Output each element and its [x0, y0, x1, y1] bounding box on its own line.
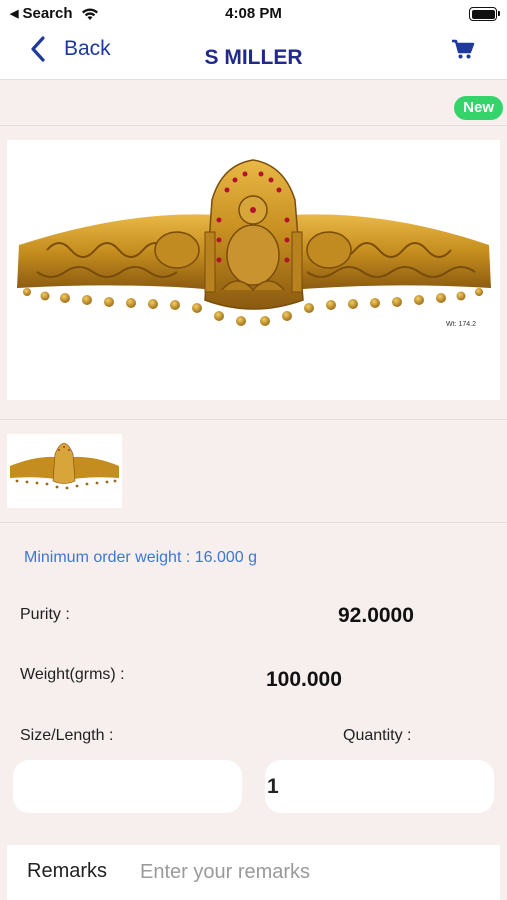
product-detail-screen: ◀ Search 4:08 PM Back S MILLER New Wt: 1…: [0, 0, 507, 900]
remarks-field[interactable]: Remarks Enter your remarks: [7, 845, 500, 900]
purity-label: Purity :: [20, 606, 70, 623]
new-badge: New: [454, 96, 503, 120]
remarks-input[interactable]: Enter your remarks: [140, 861, 310, 884]
status-time: 4:08 PM: [225, 5, 282, 22]
hero-section: Wt: 174.2: [0, 127, 507, 420]
product-main-image[interactable]: Wt: 174.2: [7, 140, 500, 400]
weight-label: Weight(grms) :: [20, 666, 125, 683]
thumbnail-strip: [0, 421, 507, 523]
thumbnail-image[interactable]: [7, 434, 122, 508]
cart-icon[interactable]: [451, 38, 475, 60]
remarks-label: Remarks: [27, 860, 108, 882]
weight-value: 100.000: [266, 668, 342, 691]
badge-strip: New: [0, 81, 507, 126]
gold-belt-thumbnail: [10, 442, 119, 490]
status-bar: ◀ Search 4:08 PM: [0, 0, 507, 28]
quantity-input[interactable]: 1: [265, 760, 494, 813]
image-weight-caption: Wt: 174.2: [446, 321, 476, 328]
size-length-label: Size/Length :: [20, 727, 114, 744]
navigation-bar: Back S MILLER: [0, 28, 507, 80]
quantity-label: Quantity :: [343, 727, 412, 744]
size-length-input[interactable]: [13, 760, 242, 813]
gold-belt-illustration: [17, 159, 491, 326]
battery-icon: [469, 7, 500, 21]
purity-value: 92.0000: [338, 604, 414, 627]
page-title: S MILLER: [204, 46, 303, 69]
minimum-order-weight: Minimum order weight : 16.000 g: [24, 549, 257, 566]
